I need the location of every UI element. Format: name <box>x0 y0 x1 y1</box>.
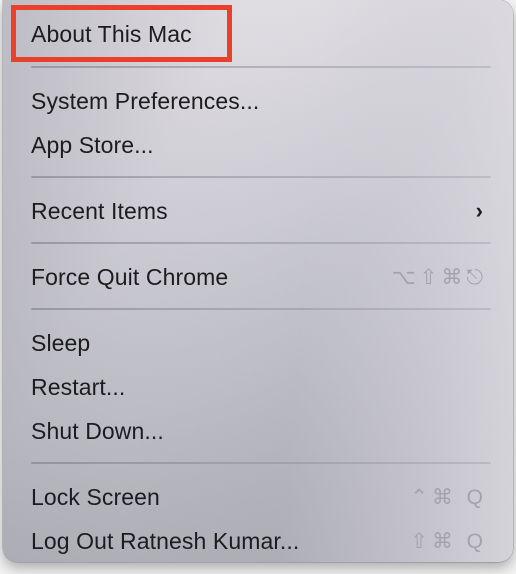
menu-items-container: About This Mac System Preferences... App S… <box>3 0 513 562</box>
menu-item-about-this-mac[interactable]: About This Mac <box>3 12 513 56</box>
menu-item-label: Lock Screen <box>31 483 160 510</box>
separator-3 <box>31 242 491 244</box>
menu-item-label: Restart... <box>31 373 126 400</box>
menu-item-recent-items[interactable]: Recent Items › <box>3 189 513 233</box>
menu-item-label: Recent Items <box>31 197 168 224</box>
menu-item-label: Log Out Ratnesh Kumar... <box>31 527 300 554</box>
menu-item-shortcut: ⌥⇧⌘⎋ <box>391 265 487 289</box>
menu-item-log-out[interactable]: Log Out Ratnesh Kumar... ⇧⌘ Q <box>3 519 513 562</box>
menu-item-system-preferences[interactable]: System Preferences... <box>3 79 513 123</box>
menu-item-label: System Preferences... <box>31 87 260 114</box>
menu-item-label: App Store... <box>31 131 154 158</box>
menu-item-label: Force Quit Chrome <box>31 263 229 290</box>
menu-item-shortcut: ⇧⌘ Q <box>410 529 487 553</box>
separator-2 <box>31 176 491 178</box>
menu-item-sleep[interactable]: Sleep <box>3 321 513 365</box>
menu-item-app-store[interactable]: App Store... <box>3 123 513 167</box>
apple-menu-dropdown: About This Mac System Preferences... App S… <box>3 0 513 562</box>
menu-item-label: About This Mac <box>31 20 192 47</box>
menu-item-label: Shut Down... <box>31 417 164 444</box>
chevron-right-icon: › <box>475 198 483 223</box>
separator-5 <box>31 462 491 464</box>
menu-item-restart[interactable]: Restart... <box>3 365 513 409</box>
separator-4 <box>31 308 491 310</box>
separator-1 <box>31 66 491 68</box>
menu-item-label: Sleep <box>31 329 91 356</box>
menu-item-shut-down[interactable]: Shut Down... <box>3 409 513 453</box>
menu-item-shortcut: ⌃⌘ Q <box>410 485 487 509</box>
menu-item-force-quit-chrome[interactable]: Force Quit Chrome ⌥⇧⌘⎋ <box>3 255 513 299</box>
menu-item-lock-screen[interactable]: Lock Screen ⌃⌘ Q <box>3 475 513 519</box>
